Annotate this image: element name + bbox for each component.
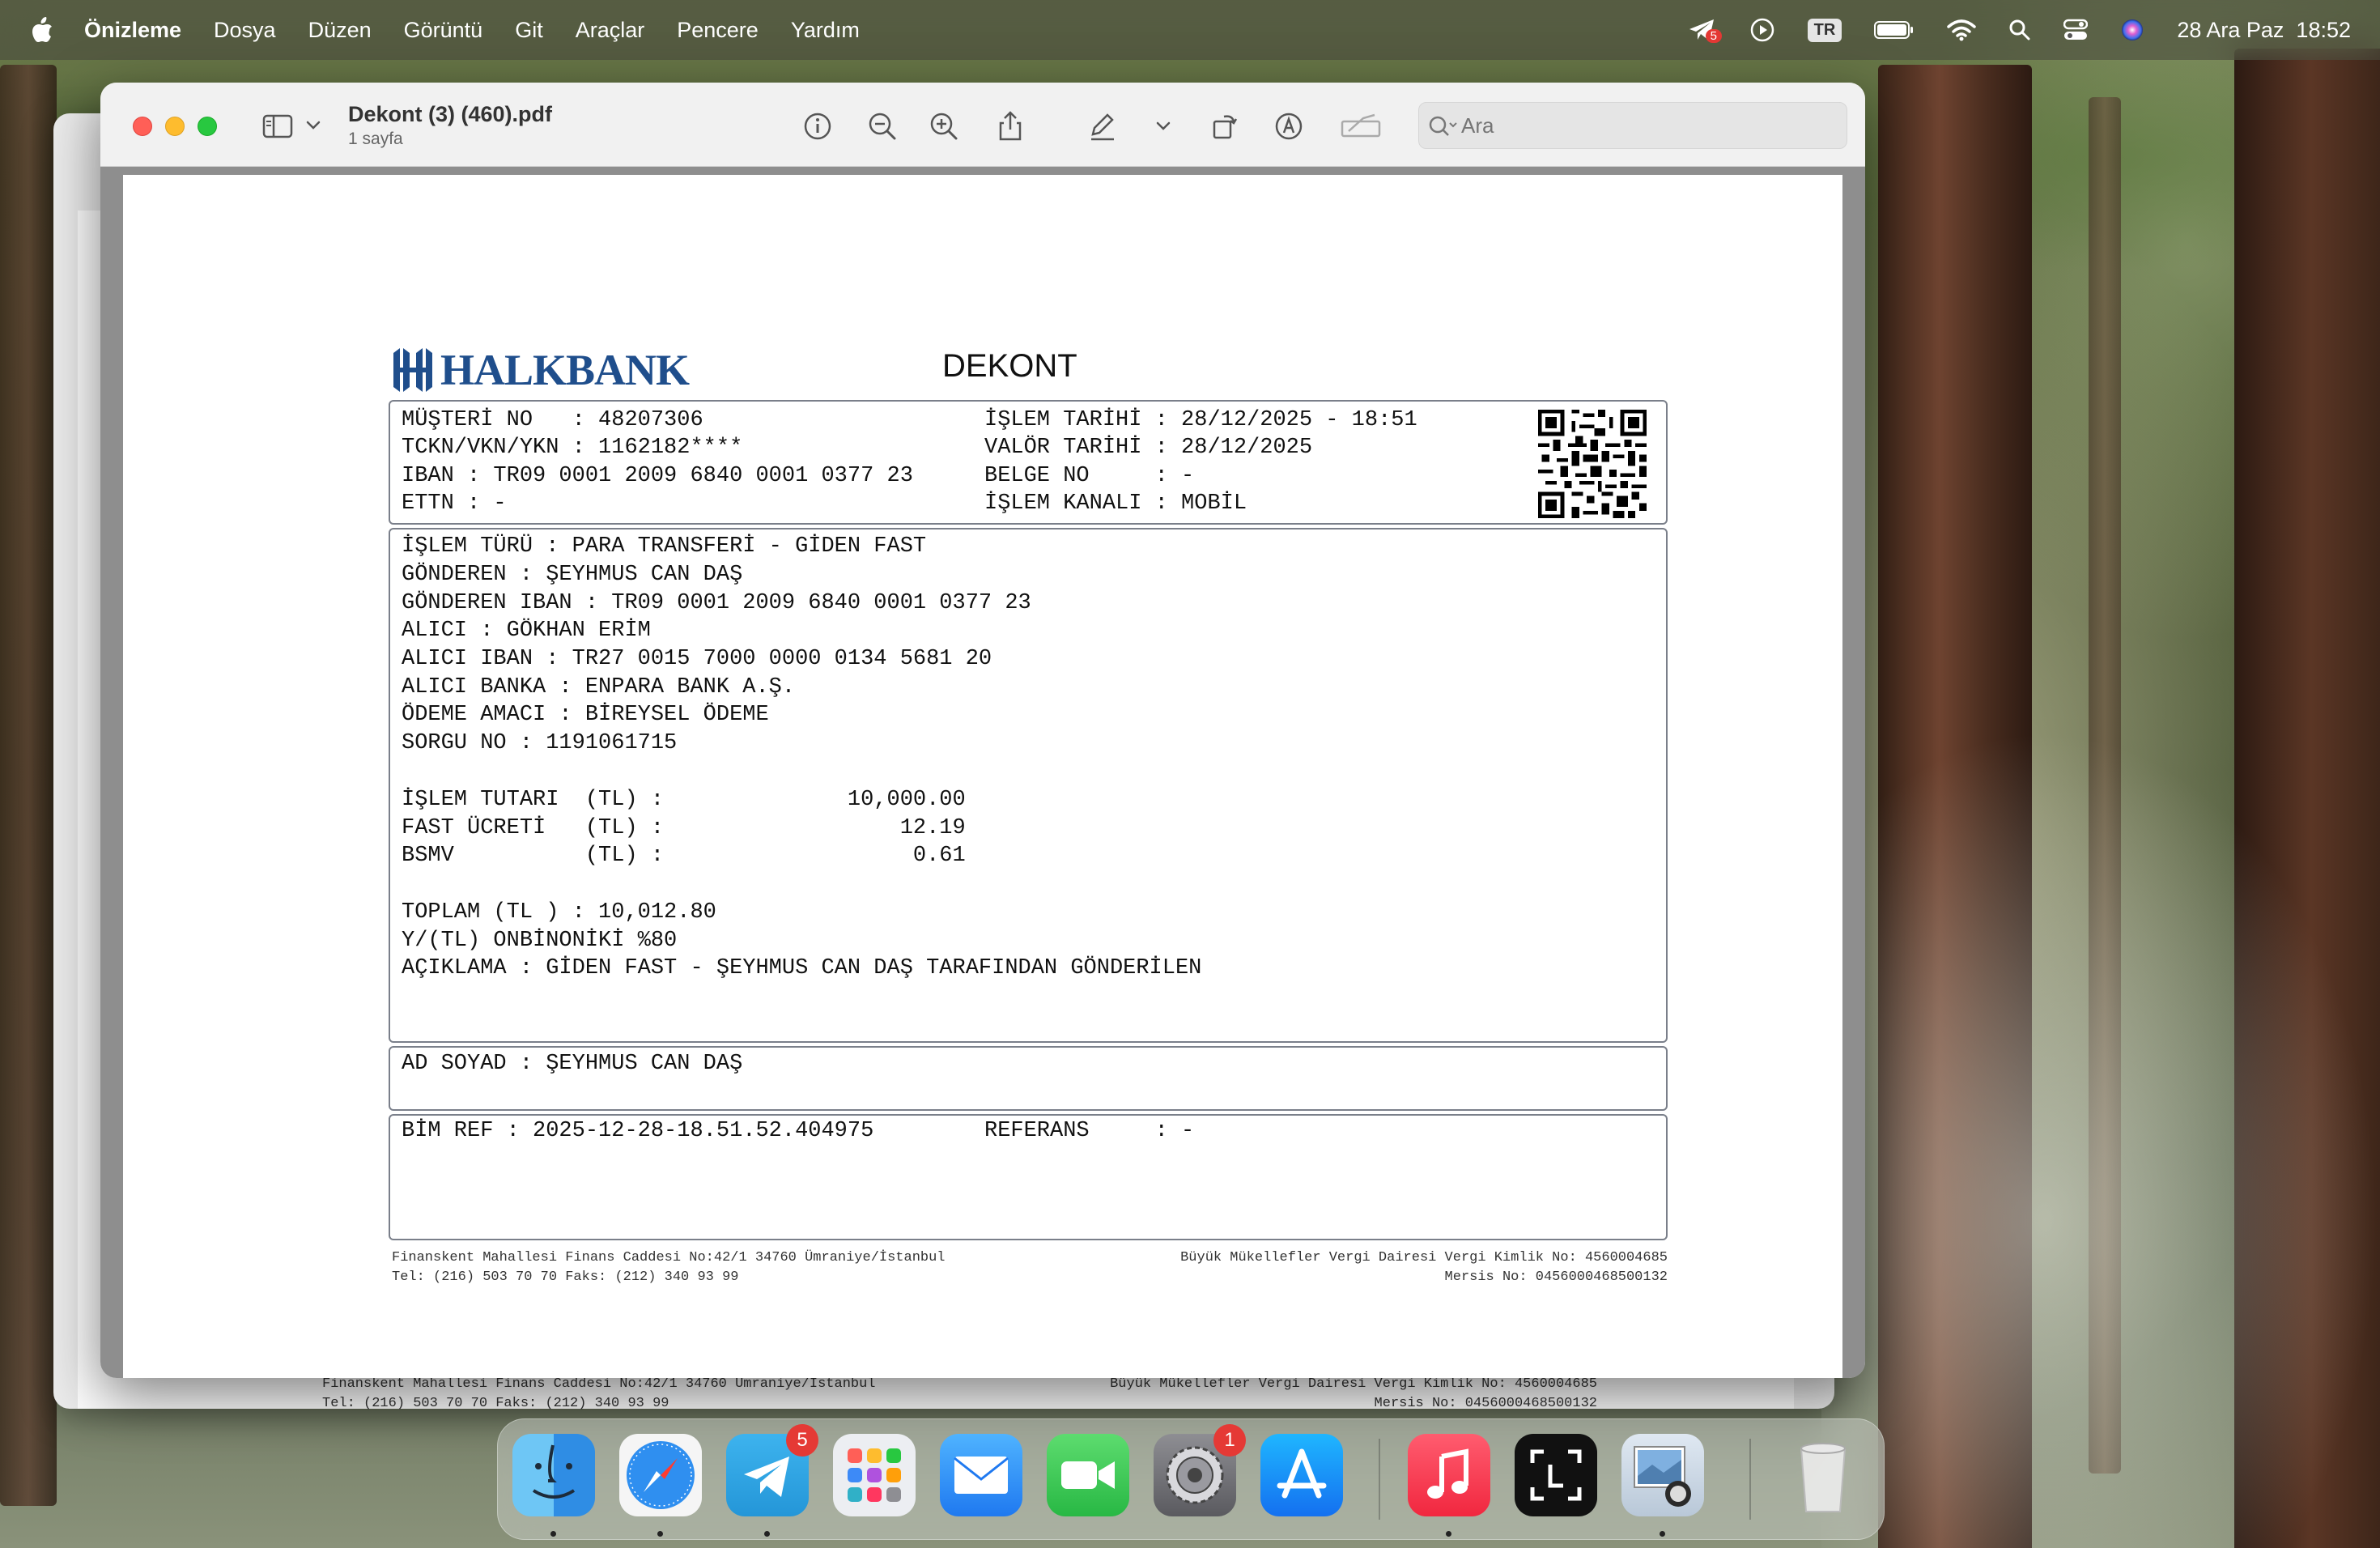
iban: IBAN : TR09 0001 2009 6840 0001 0377 23 <box>402 464 913 488</box>
menu-bar-status-area: 5 TR 28 Ara Paz 18:52 <box>1688 0 2351 60</box>
belge-no: BELGE NO : - <box>984 464 1195 488</box>
total-line: TOPLAM (TL ) : 10,012.80 <box>402 900 716 925</box>
footer-phone: Tel: (216) 503 70 70 Faks: (212) 340 93 … <box>392 1269 739 1285</box>
running-indicator <box>1660 1531 1665 1537</box>
receipt-title: DEKONT <box>942 348 1077 384</box>
bg-footer-mersis: Mersis No: 0456000468500132 <box>1374 1396 1597 1411</box>
preview-window[interactable]: Dekont (3) (460).pdf 1 sayfa Ara HALKBAN… <box>100 83 1865 1378</box>
menu-araclar[interactable]: Araçlar <box>576 18 645 43</box>
telegram-status-badge: 5 <box>1705 29 1723 43</box>
running-indicator <box>764 1531 770 1537</box>
ettn: ETTN : - <box>402 491 507 516</box>
detail-line: İŞLEM TÜRÜ : PARA TRANSFERİ - GİDEN FAST <box>402 534 927 559</box>
telegram-status-icon[interactable]: 5 <box>1688 18 1723 43</box>
detail-line: ÖDEME AMACI : BİREYSEL ÖDEME <box>402 703 769 727</box>
referans: REFERANS : - <box>984 1119 1195 1143</box>
menu-dosya[interactable]: Dosya <box>214 18 276 43</box>
running-indicator <box>657 1531 663 1537</box>
detail-line: SORGU NO : 1191061715 <box>402 731 678 755</box>
mail-icon[interactable] <box>940 1434 1022 1516</box>
halkbank-emblem-icon <box>393 348 432 392</box>
amount-line: BSMV (TL) : 0.61 <box>402 844 966 868</box>
halkbank-logo: HALKBANK <box>390 345 690 395</box>
trash-icon[interactable] <box>1782 1434 1864 1516</box>
menu-duzen[interactable]: Düzen <box>308 18 372 43</box>
menu-goruntu[interactable]: Görüntü <box>404 18 483 43</box>
islem-kanali: İŞLEM KANALI : MOBİL <box>984 491 1247 516</box>
ad-soyad: AD SOYAD : ŞEYHMUS CAN DAŞ <box>402 1052 743 1076</box>
wifi-icon[interactable] <box>1947 19 1977 41</box>
running-indicator <box>1446 1531 1451 1537</box>
dock-separator <box>1749 1439 1751 1520</box>
detail-line: GÖNDEREN : ŞEYHMUS CAN DAŞ <box>402 563 743 587</box>
background-window-footer: Finanskent Mahallesi Finans Caddesi No:4… <box>322 1375 1597 1414</box>
input-language-indicator[interactable]: TR <box>1807 18 1842 42</box>
apple-logo-icon[interactable] <box>31 16 53 44</box>
footer-address: Finanskent Mahallesi Finans Caddesi No:4… <box>392 1250 946 1265</box>
control-center-icon[interactable] <box>2063 19 2089 41</box>
footer-mersis: Mersis No: 0456000468500132 <box>1444 1269 1668 1285</box>
receipt: HALKBANK DEKONT MÜŞTERİ NO : 48207306 TC… <box>123 83 1842 1285</box>
menu-app-name[interactable]: Önizleme <box>84 18 181 43</box>
receipt-footer-row: Tel: (216) 503 70 70 Faks: (212) 340 93 … <box>392 1268 1668 1287</box>
total-line: AÇIKLAMA : GİDEN FAST - ŞEYHMUS CAN DAŞ … <box>402 956 1202 980</box>
telegram-badge: 5 <box>786 1424 818 1457</box>
facetime-icon[interactable] <box>1047 1434 1129 1516</box>
pdf-page: HALKBANK DEKONT MÜŞTERİ NO : 48207306 TC… <box>123 175 1842 1378</box>
menu-bar: Önizleme Dosya Düzen Görüntü Git Araçlar… <box>0 0 2380 60</box>
amount-line: FAST ÜCRETİ (TL) : 12.19 <box>402 816 966 840</box>
bg-footer-phone: Tel: (216) 503 70 70 Faks: (212) 340 93 … <box>322 1396 669 1411</box>
bim-ref: BİM REF : 2025-12-28-18.51.52.404975 <box>402 1119 874 1143</box>
tckn: TCKN/VKN/YKN : 1162182**** <box>402 436 743 460</box>
screenshot-icon[interactable] <box>1515 1434 1597 1516</box>
launchpad-icon[interactable] <box>833 1434 916 1516</box>
music-icon[interactable] <box>1408 1434 1490 1516</box>
running-indicator <box>550 1531 556 1537</box>
safari-icon[interactable] <box>619 1434 702 1516</box>
detail-line: ALICI BANKA : ENPARA BANK A.Ş. <box>402 675 796 700</box>
app-store-icon[interactable] <box>1260 1434 1343 1516</box>
qr-code-icon <box>1538 410 1647 518</box>
wallpaper-tree-trunk <box>0 65 57 1506</box>
battery-icon[interactable] <box>1874 20 1915 40</box>
islem-tarihi: İŞLEM TARİHİ : 28/12/2025 - 18:51 <box>984 408 1417 432</box>
amount-line: İŞLEM TUTARI (TL) : 10,000.00 <box>402 788 966 812</box>
system-settings-badge: 1 <box>1213 1424 1246 1457</box>
play-circle-icon[interactable] <box>1749 17 1775 43</box>
menu-pencere[interactable]: Pencere <box>677 18 759 43</box>
document-viewer[interactable]: HALKBANK DEKONT MÜŞTERİ NO : 48207306 TC… <box>100 167 1865 1378</box>
menu-git[interactable]: Git <box>515 18 543 43</box>
dock: 5 1 <box>497 1418 1885 1540</box>
total-line: Y/(TL) ONBİNONİKİ %80 <box>402 929 678 953</box>
receipt-footer-row: Finanskent Mahallesi Finans Caddesi No:4… <box>392 1248 1668 1268</box>
detail-line: ALICI : GÖKHAN ERİM <box>402 619 651 643</box>
bank-name: HALKBANK <box>440 346 690 394</box>
finder-icon[interactable] <box>512 1434 595 1516</box>
spotlight-search-icon[interactable] <box>2008 19 2031 41</box>
detail-line: ALICI IBAN : TR27 0015 7000 0000 0134 56… <box>402 647 992 671</box>
menu-bar-clock[interactable]: 28 Ara Paz 18:52 <box>2177 18 2351 43</box>
footer-tax-office: Büyük Mükellefler Vergi Dairesi Vergi Ki… <box>1180 1250 1668 1265</box>
siri-icon[interactable] <box>2120 18 2144 42</box>
valor-tarihi: VALÖR TARİHİ : 28/12/2025 <box>984 436 1313 460</box>
preview-icon[interactable] <box>1621 1434 1704 1516</box>
menu-yardim[interactable]: Yardım <box>791 18 860 43</box>
wallpaper-mist <box>1821 729 2380 1548</box>
musteri-no: MÜŞTERİ NO : 48207306 <box>402 408 703 432</box>
detail-line: GÖNDEREN IBAN : TR09 0001 2009 6840 0001… <box>402 591 1031 615</box>
dock-separator <box>1379 1439 1380 1520</box>
